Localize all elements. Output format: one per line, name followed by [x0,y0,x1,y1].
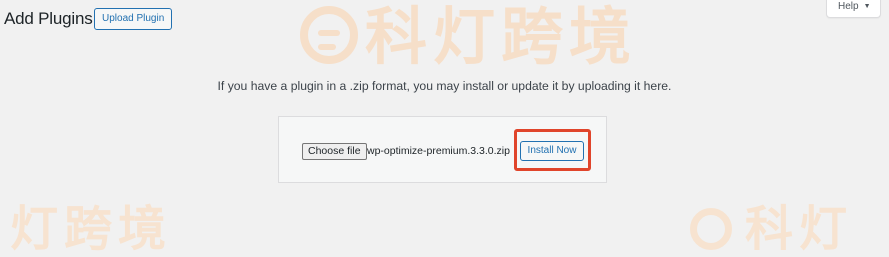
watermark-logo-small-icon [690,208,732,250]
upload-plugin-form: Choose file wp-optimize-premium.3.3.0.zi… [278,116,607,183]
watermark-logo-icon [300,6,358,64]
upload-description: If you have a plugin in a .zip format, y… [217,79,672,93]
page-title: Add Plugins [4,9,93,28]
help-tab-label: Help [838,1,859,12]
help-tab[interactable]: Help ▼ [826,0,881,18]
watermark-text: 科灯跨境 [365,0,638,73]
selected-file-name: wp-optimize-premium.3.3.0.zip [367,145,510,157]
watermark-text-bottom-left: 灯跨境 [10,201,173,257]
watermark-text-bottom-right: 科灯 [745,201,854,257]
install-now-button[interactable]: Install Now [520,141,584,161]
choose-file-button[interactable]: Choose file [302,143,367,160]
chevron-down-icon: ▼ [863,3,871,10]
upload-plugin-button[interactable]: Upload Plugin [94,8,173,30]
